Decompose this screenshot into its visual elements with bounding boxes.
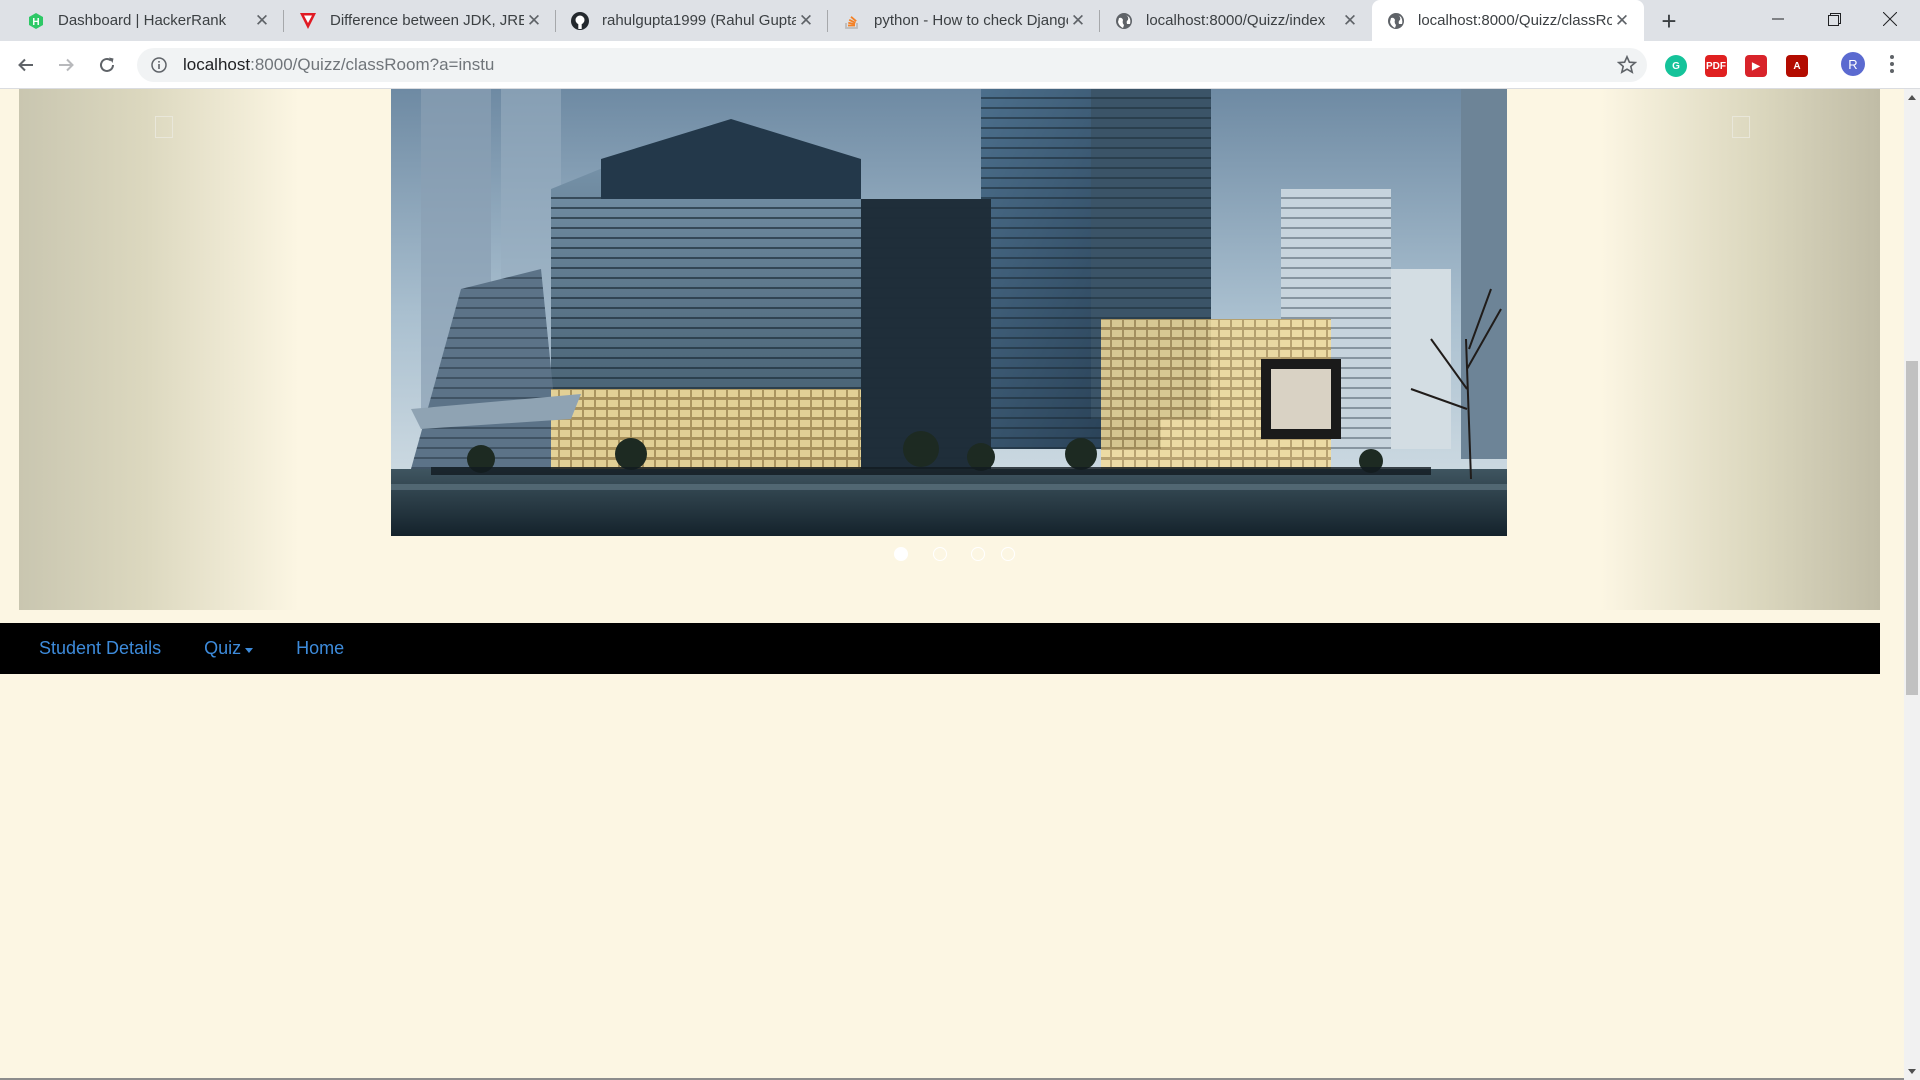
- stackoverflow-icon: [842, 11, 862, 31]
- carousel-indicators: [19, 547, 1880, 567]
- broken-next-icon: [1732, 116, 1750, 138]
- hackerrank-icon: H: [26, 11, 46, 31]
- close-window-button[interactable]: [1862, 0, 1918, 38]
- svg-text:H: H: [32, 17, 39, 28]
- tab-title: localhost:8000/Quizz/index: [1146, 12, 1326, 29]
- carousel-next-control[interactable]: [1600, 89, 1880, 610]
- carousel-slide-image: [391, 89, 1507, 536]
- image-carousel: [19, 89, 1880, 610]
- broken-prev-icon: [155, 116, 173, 138]
- address-bar[interactable]: localhost:8000/Quizz/classRoom?a=instu: [137, 48, 1647, 82]
- nav-dropdown-quiz[interactable]: Quiz: [204, 638, 254, 659]
- close-tab-icon[interactable]: ✕: [252, 11, 272, 31]
- carousel-prev-control[interactable]: [19, 89, 299, 610]
- carousel-indicator-1[interactable]: [894, 547, 908, 561]
- tab-strip: H Dashboard | HackerRank ✕ Difference be…: [0, 0, 1920, 41]
- github-icon: [570, 11, 590, 31]
- tab-title: python - How to check Django: [874, 12, 1068, 29]
- url-text: localhost:8000/Quizz/classRoom?a=instu: [183, 55, 495, 74]
- pdf-extension-icon[interactable]: PDF: [1705, 55, 1727, 77]
- close-tab-icon[interactable]: ✕: [524, 11, 544, 31]
- tab-quizz-index[interactable]: localhost:8000/Quizz/index ✕: [1100, 0, 1372, 41]
- carousel-indicator-3[interactable]: [971, 547, 985, 561]
- tab-title: Dashboard | HackerRank: [58, 12, 227, 29]
- tutorial-site-icon: [298, 11, 318, 31]
- scrollbar-thumb[interactable]: [1906, 361, 1918, 695]
- back-button[interactable]: [10, 49, 42, 81]
- video-extension-icon[interactable]: ▶: [1745, 55, 1767, 77]
- new-tab-button[interactable]: +: [1654, 6, 1684, 36]
- carousel-indicator-2[interactable]: [933, 547, 947, 561]
- nav-link-student-details[interactable]: Student Details: [39, 638, 161, 659]
- globe-icon: [1386, 11, 1406, 31]
- carousel-indicator-4[interactable]: [1001, 547, 1015, 561]
- caret-down-icon: [245, 647, 254, 653]
- tab-github[interactable]: rahulgupta1999 (Rahul Gupta) ✕: [556, 0, 828, 41]
- nav-link-label: Quiz: [204, 638, 242, 658]
- scroll-down-arrow-icon[interactable]: [1904, 1064, 1920, 1080]
- close-tab-icon[interactable]: ✕: [1612, 11, 1632, 31]
- close-tab-icon[interactable]: ✕: [1068, 11, 1088, 31]
- info-icon[interactable]: [149, 55, 169, 75]
- grammarly-icon[interactable]: G: [1665, 55, 1687, 77]
- minimize-button[interactable]: [1750, 0, 1806, 38]
- close-tab-icon[interactable]: ✕: [796, 11, 816, 31]
- vertical-scrollbar[interactable]: [1904, 89, 1920, 1080]
- close-tab-icon[interactable]: ✕: [1340, 11, 1360, 31]
- globe-icon: [1114, 11, 1134, 31]
- browser-menu-icon[interactable]: [1882, 52, 1902, 76]
- acrobat-icon[interactable]: A: [1786, 55, 1808, 77]
- tab-quizz-classroom[interactable]: localhost:8000/Quizz/classRoom ✕: [1372, 0, 1644, 41]
- restore-button[interactable]: [1806, 0, 1862, 38]
- forward-button[interactable]: [50, 49, 82, 81]
- tab-jdk-jre[interactable]: Difference between JDK, JRE ✕: [284, 0, 556, 41]
- nav-link-home[interactable]: Home: [296, 638, 344, 659]
- bookmark-star-icon[interactable]: [1617, 55, 1637, 75]
- nav-link-label: Home: [296, 638, 345, 658]
- tab-title: localhost:8000/Quizz/classRoom: [1418, 12, 1612, 29]
- nav-link-label: Student Details: [39, 638, 162, 658]
- tab-title: rahulgupta1999 (Rahul Gupta): [602, 12, 796, 29]
- page-viewport: Student Details Quiz Home: [0, 89, 1904, 1080]
- browser-toolbar: localhost:8000/Quizz/classRoom?a=instu G…: [0, 41, 1920, 89]
- site-navbar: Student Details Quiz Home: [0, 623, 1880, 674]
- tab-title: Difference between JDK, JRE: [330, 12, 524, 29]
- tab-hackerrank[interactable]: H Dashboard | HackerRank ✕: [12, 0, 284, 41]
- tab-stackoverflow[interactable]: python - How to check Django ✕: [828, 0, 1100, 41]
- profile-avatar[interactable]: R: [1841, 52, 1865, 76]
- reload-button[interactable]: [91, 49, 123, 81]
- scroll-up-arrow-icon[interactable]: [1904, 89, 1920, 105]
